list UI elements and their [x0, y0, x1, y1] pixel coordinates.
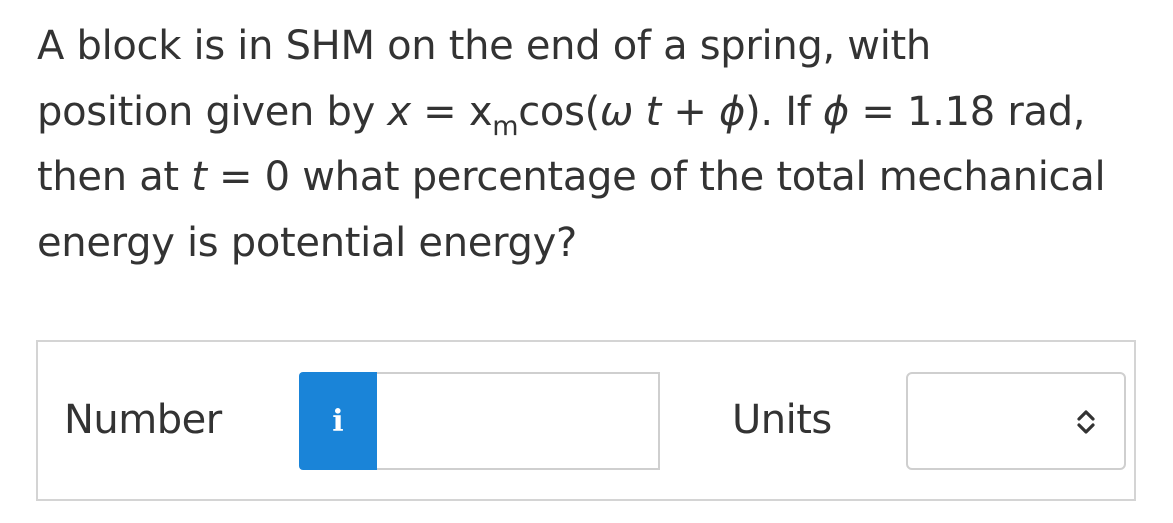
chevron-up-down-icon: [1077, 410, 1095, 434]
variable-x: x: [387, 88, 411, 135]
question-line-2: position given by x = xmcos(ω t + ϕ). If…: [37, 80, 1147, 146]
question-text: A block is in SHM on the end of a spring…: [37, 14, 1147, 276]
question-line-4: energy is potential energy?: [37, 219, 577, 266]
variable-xm: x: [468, 88, 493, 135]
question-text-segment: +: [660, 88, 719, 135]
question-text-segment: ). If: [745, 88, 823, 135]
question-text-segment: position given by: [37, 88, 388, 135]
units-label: Units: [732, 397, 832, 443]
number-label: Number: [64, 397, 222, 443]
variable-t: t: [645, 88, 662, 135]
question-line-1: A block is in SHM on the end of a spring…: [37, 23, 931, 69]
question-text-segment: = 0 what percentage of the total mechani…: [206, 154, 1106, 200]
question-text-segment: = 1.18 rad,: [849, 88, 1086, 135]
question-line-3: then at t = 0 what percentage of the tot…: [37, 145, 1147, 211]
question-text-segment: then at: [37, 154, 192, 200]
info-button[interactable]: i: [299, 372, 377, 470]
question-text-segment: =: [410, 88, 469, 135]
variable-phi: ϕ: [822, 88, 850, 135]
number-input[interactable]: [377, 372, 660, 470]
info-icon: i: [332, 403, 344, 439]
subscript-m: m: [492, 110, 519, 142]
question-text-segment: cos(: [518, 88, 600, 135]
units-select[interactable]: [906, 372, 1126, 470]
variable-omega: ω: [599, 88, 634, 135]
question-text-segment: [633, 89, 645, 135]
variable-phi: ϕ: [718, 88, 746, 135]
variable-t: t: [191, 154, 207, 200]
